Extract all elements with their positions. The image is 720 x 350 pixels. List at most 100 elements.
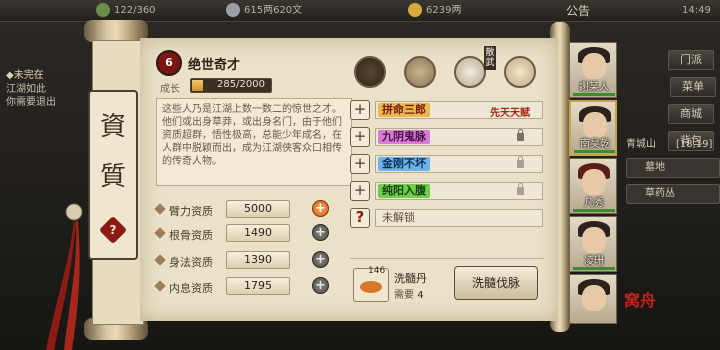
- portrait-4[interactable]: 凌珊: [569, 216, 617, 272]
- skill-bar: 未解锁: [375, 209, 543, 227]
- armor-equipment-icon[interactable]: [404, 56, 436, 88]
- hat-equipment-icon[interactable]: [354, 56, 386, 88]
- attr-label: 臂力资质: [169, 205, 213, 218]
- portrait-hp-bar: [573, 93, 615, 96]
- gold-stat: 6239两: [408, 3, 461, 19]
- portrait-2[interactable]: 南昊乾: [569, 100, 617, 156]
- skill-plus-icon: +: [350, 154, 370, 174]
- growth-progress-text: 285/2000: [217, 79, 265, 90]
- talent-title: 绝世奇才: [188, 58, 241, 73]
- menu-button-menu[interactable]: 菜单: [670, 77, 716, 97]
- skill-slot-4[interactable]: + 纯阳入腹: [350, 181, 544, 201]
- face-icon: [582, 53, 606, 79]
- pill-need: 需要 4: [394, 286, 424, 301]
- quest-title: ◆未完在: [6, 70, 44, 81]
- strength-plus-button[interactable]: +: [312, 200, 329, 217]
- equipment-tag: 散武: [484, 46, 496, 70]
- unlock-icon: [517, 156, 524, 168]
- face-icon: [582, 285, 606, 311]
- portrait-hp-bar: [574, 150, 615, 153]
- attr-value: 1795: [226, 277, 290, 295]
- portrait-name: 謝某人: [579, 82, 609, 93]
- attr-label: 内息资质: [169, 282, 213, 295]
- attr-bullet: [154, 227, 166, 239]
- scroll-roller-top-left: [84, 20, 148, 42]
- skill-slot-5[interactable]: ? 未解锁: [350, 208, 544, 228]
- constitution-plus-button[interactable]: +: [312, 224, 329, 241]
- attr-label: 身法资质: [169, 256, 213, 269]
- pill-name: 洗髓丹: [394, 272, 427, 285]
- nav-target-graveyard[interactable]: 墓地: [626, 158, 720, 178]
- wash-marrow-button[interactable]: 洗髓伐脉: [454, 266, 538, 300]
- attr-value: 5000: [226, 200, 290, 218]
- skill-plus-icon: +: [350, 181, 370, 201]
- attr-row-agility: 身法资质 1390 +: [154, 251, 346, 273]
- martial-equipment-icon[interactable]: [504, 56, 536, 88]
- skill-name: 九阴鬼脉: [378, 130, 430, 144]
- skill-plus-icon: +: [350, 127, 370, 147]
- portrait-5[interactable]: [569, 274, 617, 324]
- face-icon: [582, 169, 606, 195]
- portrait-name: 凡秀: [584, 198, 604, 209]
- skill-name: 金刚不坏: [378, 157, 430, 171]
- agility-plus-button[interactable]: +: [312, 251, 329, 268]
- skill-bar: 纯阳入腹: [375, 182, 543, 200]
- skill-bar: 金刚不坏: [375, 155, 543, 173]
- talent-description: 这些人乃是江湖上数一数二的惊世之才。他们或出身草莽，或出身名门，由于他们资质超群…: [156, 98, 352, 186]
- attr-row-inner-breath: 内息资质 1795 +: [154, 277, 346, 299]
- silver-stat: 615两620文: [226, 3, 302, 19]
- skill-tag: 先天天赋: [490, 108, 530, 119]
- attr-row-strength: 臂力资质 5000 +: [154, 200, 346, 222]
- portrait-name: 南昊乾: [580, 139, 610, 150]
- gold-icon: [408, 3, 422, 17]
- stamina-text: 122/360: [114, 5, 156, 16]
- game-logo: 窝舟: [624, 291, 657, 310]
- announcement-button[interactable]: 公告: [566, 3, 590, 19]
- help-mark: ?: [109, 223, 117, 237]
- inner-breath-plus-button[interactable]: +: [312, 277, 329, 294]
- attr-bullet: [154, 280, 166, 292]
- stamina-stat: 122/360: [96, 3, 156, 19]
- skill-slot-2[interactable]: + 九阴鬼脉: [350, 127, 544, 147]
- menu-button-shop[interactable]: 商城: [668, 104, 714, 124]
- gold-text: 6239两: [426, 5, 462, 16]
- portrait-1[interactable]: 謝某人: [569, 42, 617, 98]
- skill-slot-1[interactable]: + 拼命三郎 先天天赋: [350, 100, 544, 120]
- pill-need-label: 需要: [394, 290, 414, 301]
- skill-slot-3[interactable]: + 金刚不坏: [350, 154, 544, 174]
- quest-line-2: 你需要退出: [6, 97, 56, 108]
- pill-count: 146: [368, 266, 386, 276]
- attr-row-constitution: 根骨资质 1490 +: [154, 224, 346, 246]
- lock-icon: [517, 129, 524, 141]
- aptitude-char-2: 質: [99, 162, 126, 192]
- attr-label: 根骨资质: [169, 229, 213, 242]
- attr-bullet: [154, 254, 166, 266]
- pill-need-value: 4: [417, 290, 424, 301]
- tassel-icon: [46, 203, 83, 350]
- location-coords: [18,19]: [676, 139, 713, 150]
- face-icon: [582, 227, 606, 253]
- aptitude-char-1: 資: [99, 112, 126, 142]
- skill-question-icon: ?: [350, 208, 370, 228]
- skill-name: 未解锁: [382, 211, 415, 224]
- skill-name: 纯阳入腹: [378, 184, 430, 198]
- portrait-name: 凌珊: [584, 256, 604, 267]
- menu-button-sect[interactable]: 门派: [668, 50, 714, 70]
- silver-text: 615两620文: [244, 5, 303, 16]
- growth-label: 成长: [160, 84, 180, 95]
- skill-bar: 拼命三郎 先天天赋: [375, 101, 543, 119]
- taiji-equipment-icon[interactable]: [454, 56, 486, 88]
- silver-icon: [226, 3, 240, 17]
- growth-progress-fill: [192, 80, 203, 91]
- skill-bar: 九阴鬼脉: [375, 128, 543, 146]
- nav-target-herbs-label: 草药丛: [645, 188, 675, 199]
- skill-plus-icon: +: [350, 100, 370, 120]
- portrait-3[interactable]: 凡秀: [569, 158, 617, 214]
- location-name: 青城山: [626, 139, 656, 150]
- top-bar: 122/360 615两620文 6239两 公告 14:49: [0, 0, 720, 22]
- rank-badge: 6: [156, 50, 182, 76]
- attr-bullet: [154, 203, 166, 215]
- clock: 14:49: [682, 5, 711, 16]
- nav-target-herbs[interactable]: 草药丛: [626, 184, 720, 204]
- unlock-icon: [517, 183, 524, 195]
